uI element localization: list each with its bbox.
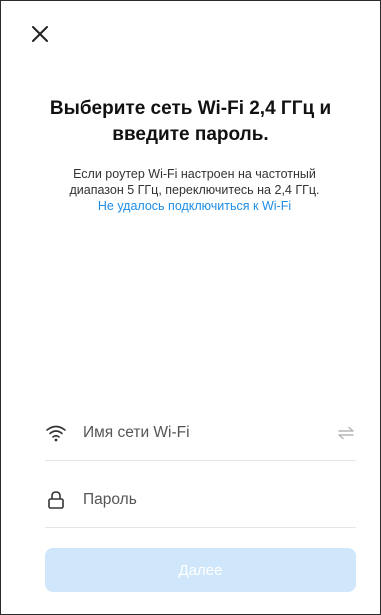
wifi-setup-screen: Выберите сеть Wi-Fi 2,4 ГГц и введите па…	[0, 0, 381, 615]
wifi-icon	[45, 422, 67, 444]
lock-icon	[45, 489, 67, 511]
help-link[interactable]: Не удалось подключиться к Wi-Fi	[31, 198, 358, 214]
description-line-1: Если роутер Wi-Fi настроен на частотный	[73, 167, 316, 181]
swap-arrows-icon	[338, 426, 354, 440]
description: Если роутер Wi-Fi настроен на частотный …	[31, 166, 358, 214]
close-icon	[32, 26, 48, 42]
page-title: Выберите сеть Wi-Fi 2,4 ГГц и введите па…	[49, 98, 332, 145]
password-field[interactable]: Пароль	[45, 473, 356, 528]
switch-network-button[interactable]	[336, 423, 356, 443]
wifi-network-input[interactable]: Имя сети Wi-Fi	[83, 424, 336, 442]
close-button[interactable]	[29, 23, 51, 45]
description-line-2: диапазон 5 ГГц, переключитесь на 2,4 ГГц…	[69, 183, 320, 197]
wifi-network-field[interactable]: Имя сети Wi-Fi	[45, 406, 356, 461]
password-input[interactable]: Пароль	[83, 491, 356, 509]
next-button[interactable]: Далее	[45, 548, 356, 592]
